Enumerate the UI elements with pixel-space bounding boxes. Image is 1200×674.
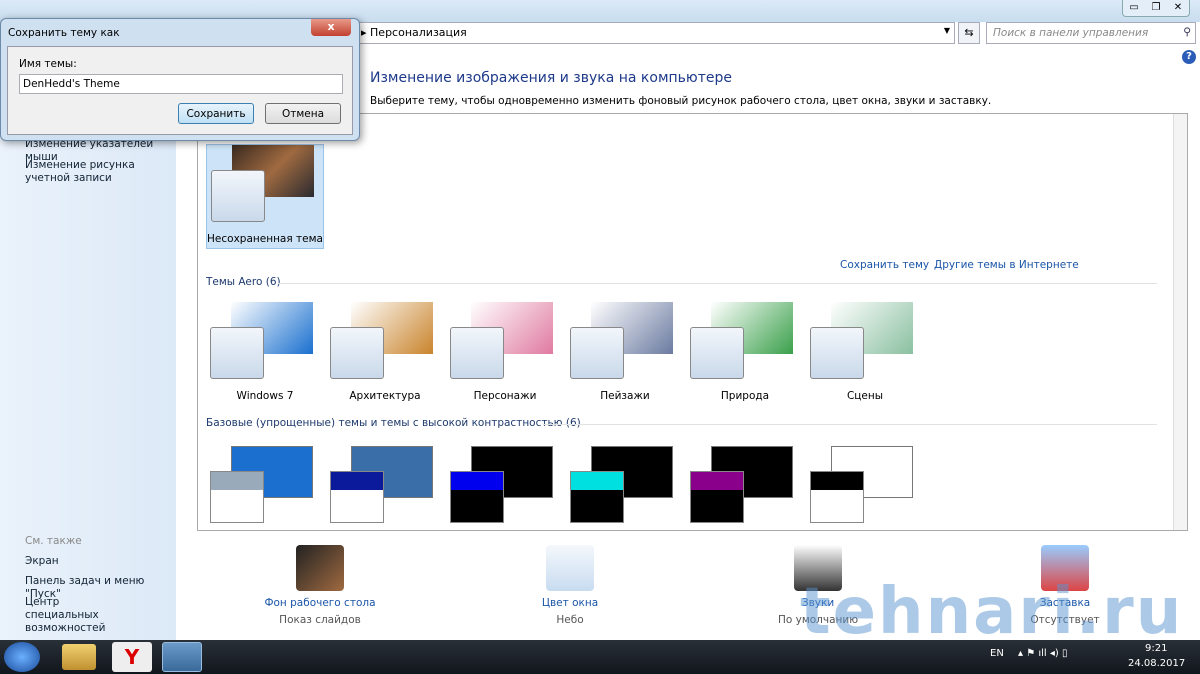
- scrollbar[interactable]: [1173, 114, 1187, 530]
- yandex-browser-icon[interactable]: Y: [112, 642, 152, 672]
- setting-icon: [296, 545, 344, 591]
- save-button[interactable]: Сохранить: [178, 103, 254, 124]
- search-placeholder: Поиск в панели управления: [993, 27, 1149, 39]
- setting-icon: [546, 545, 594, 591]
- search-icon[interactable]: ⚲: [1183, 26, 1191, 38]
- theme-list: Несохраненная тема Сохранить тему Другие…: [197, 113, 1188, 531]
- theme-label: Пейзажи: [600, 390, 650, 402]
- save-theme-dialog: Сохранить тему как x Имя темы: Сохранить…: [0, 18, 360, 141]
- restore-icon[interactable]: ❐: [1145, 0, 1167, 16]
- minimize-icon[interactable]: ▭: [1123, 0, 1145, 16]
- theme-aero-item[interactable]: Windows 7: [206, 302, 324, 402]
- clock-time[interactable]: 9:21: [1145, 643, 1167, 654]
- theme-aero-item[interactable]: Архитектура: [326, 302, 444, 402]
- page-title: Изменение изображения и звука на компьют…: [370, 70, 732, 86]
- theme-label: Природа: [720, 390, 770, 402]
- refresh-button[interactable]: ⇆: [958, 22, 980, 44]
- personalization-setting[interactable]: Фон рабочего стола Показ слайдов: [240, 545, 400, 626]
- theme-unsaved[interactable]: Несохраненная тема: [206, 144, 324, 249]
- explorer-icon[interactable]: [62, 644, 96, 670]
- theme-aero-item[interactable]: Природа: [686, 302, 804, 402]
- theme-basic-item[interactable]: [686, 446, 804, 530]
- sidebar-link-accessibility[interactable]: Центр специальных возможностей: [25, 596, 135, 635]
- basic-header: Базовые (упрощенные) темы и темы с высок…: [206, 417, 581, 429]
- chevron-down-icon[interactable]: ▼: [944, 26, 950, 35]
- setting-label[interactable]: Фон рабочего стола: [240, 597, 400, 609]
- search-input[interactable]: Поиск в панели управления ⚲: [986, 22, 1196, 44]
- aero-header: Темы Aero (6): [206, 276, 281, 288]
- online-themes-link[interactable]: Другие темы в Интернете: [934, 259, 1079, 271]
- theme-basic-item[interactable]: [566, 446, 684, 530]
- dialog-close-button[interactable]: x: [311, 19, 351, 36]
- theme-basic-item[interactable]: [806, 446, 924, 530]
- theme-label: Архитектура: [349, 390, 421, 402]
- theme-name-label: Имя темы:: [19, 58, 77, 70]
- help-icon[interactable]: ?: [1182, 50, 1196, 64]
- theme-basic-item[interactable]: [206, 446, 324, 530]
- page-subtitle: Выберите тему, чтобы одновременно измени…: [370, 95, 992, 107]
- theme-aero-item[interactable]: Пейзажи: [566, 302, 684, 402]
- save-theme-link[interactable]: Сохранить тему: [840, 259, 929, 271]
- breadcrumb-current[interactable]: Персонализация: [370, 26, 467, 39]
- theme-label: Сцены: [846, 390, 884, 402]
- theme-aero-item[interactable]: Персонажи: [446, 302, 564, 402]
- theme-name-input[interactable]: [19, 74, 343, 94]
- dialog-title: Сохранить тему как: [8, 27, 120, 39]
- taskbar: Y EN ▴ ⚑ ıll ◂) ▯ 9:21 24.08.2017: [0, 640, 1200, 674]
- theme-basic-item[interactable]: [446, 446, 564, 530]
- sidebar-link-display[interactable]: Экран: [25, 555, 175, 568]
- language-indicator[interactable]: EN: [990, 648, 1004, 659]
- control-panel-icon[interactable]: [162, 642, 202, 672]
- window-controls: ▭ ❐ ✕: [1122, 0, 1190, 17]
- theme-label: Windows 7: [236, 390, 294, 402]
- start-button[interactable]: [4, 642, 40, 672]
- setting-value: Показ слайдов: [279, 614, 361, 626]
- setting-value: Небо: [556, 614, 584, 626]
- watermark: tehnari.ru: [800, 575, 1184, 649]
- see-also-heading: См. также: [25, 535, 82, 547]
- setting-label[interactable]: Цвет окна: [490, 597, 650, 609]
- tray-icons[interactable]: ▴ ⚑ ıll ◂) ▯: [1018, 648, 1067, 659]
- theme-aero-item[interactable]: Сцены: [806, 302, 924, 402]
- breadcrumb-sep: ▸: [361, 26, 371, 39]
- sidebar-item-account-picture[interactable]: Изменение рисунка учетной записи: [25, 159, 175, 185]
- clock-date[interactable]: 24.08.2017: [1128, 658, 1185, 669]
- close-icon[interactable]: ✕: [1167, 0, 1189, 16]
- theme-basic-item[interactable]: [326, 446, 444, 530]
- cancel-button[interactable]: Отмена: [265, 103, 341, 124]
- personalization-setting[interactable]: Цвет окна Небо: [490, 545, 650, 626]
- theme-label: Несохраненная тема: [207, 233, 323, 245]
- theme-label: Персонажи: [473, 390, 537, 402]
